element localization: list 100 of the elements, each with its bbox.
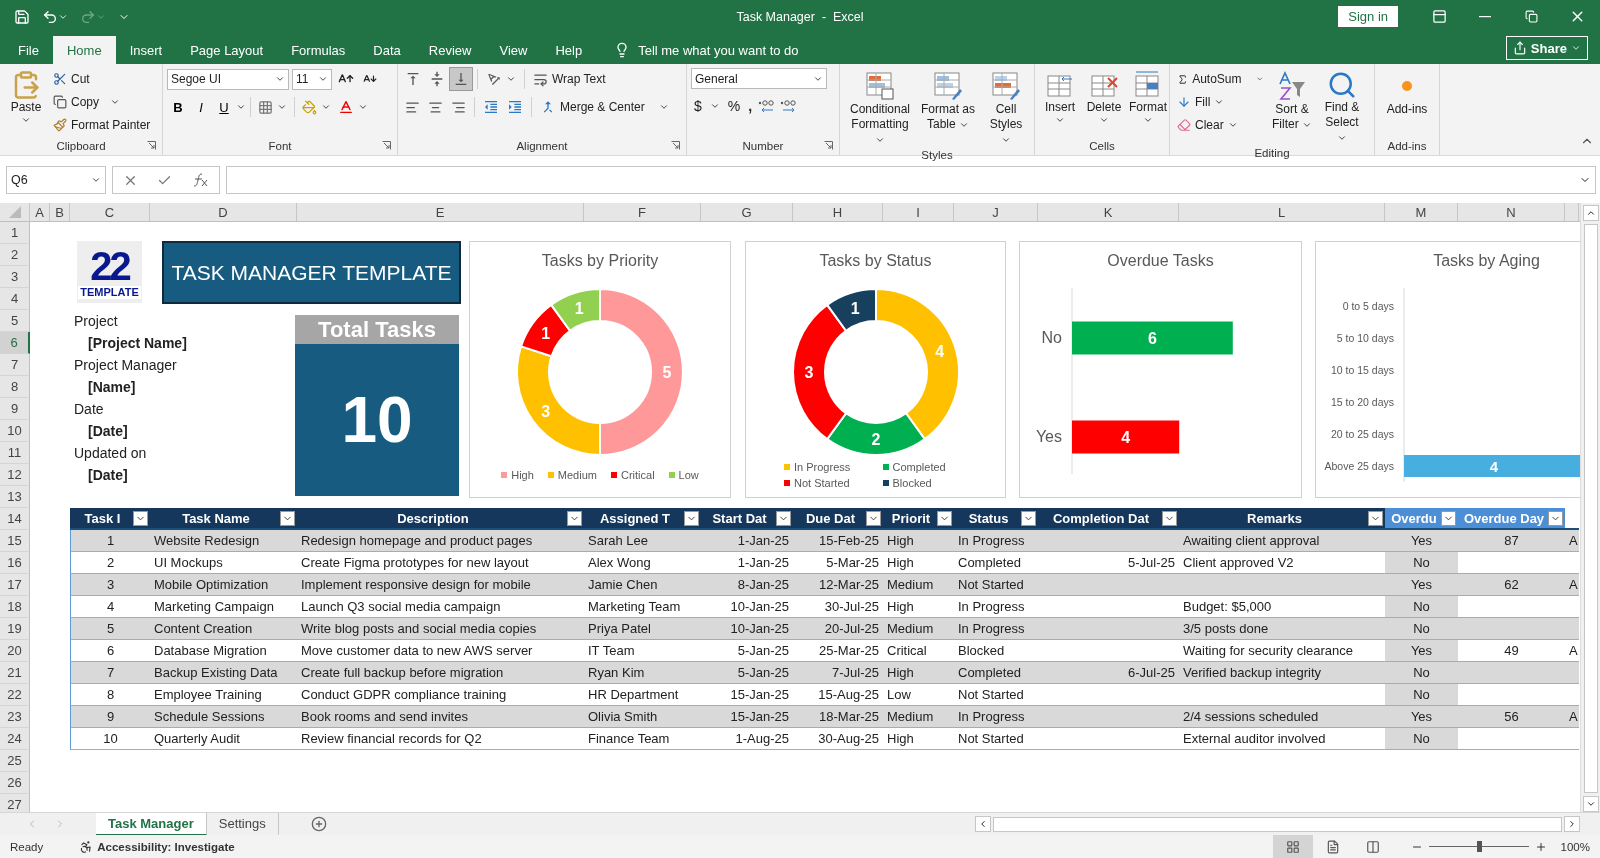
column-header[interactable]: I: [883, 203, 954, 221]
percent-button[interactable]: %: [724, 95, 744, 117]
ribbon-tab[interactable]: Help: [541, 36, 597, 64]
wrap-text-button[interactable]: Wrap Text: [530, 68, 609, 90]
column-header[interactable]: G: [701, 203, 793, 221]
comma-button[interactable]: ,: [745, 95, 756, 117]
row-header[interactable]: 25: [0, 750, 30, 772]
filter-button[interactable]: [1368, 510, 1383, 526]
filter-button[interactable]: [937, 510, 952, 526]
underline-button[interactable]: U: [213, 96, 235, 118]
column-header[interactable]: E: [297, 203, 584, 221]
bottom-align-button[interactable]: [450, 68, 472, 90]
row-header[interactable]: 8: [0, 376, 30, 398]
filter-button[interactable]: [866, 510, 881, 526]
insert-button[interactable]: Insert: [1039, 68, 1081, 127]
format-button[interactable]: Format: [1127, 68, 1169, 127]
paste-button[interactable]: Paste: [4, 68, 48, 137]
tell-me-search[interactable]: Tell me what you want to do: [608, 36, 805, 64]
row-header[interactable]: 20: [0, 640, 30, 662]
filter-button[interactable]: [280, 510, 295, 526]
column-header[interactable]: C: [70, 203, 150, 221]
scroll-up-button[interactable]: [1582, 205, 1599, 221]
row-header[interactable]: 13: [0, 486, 30, 508]
formula-field[interactable]: [226, 166, 1596, 194]
column-header[interactable]: J: [954, 203, 1038, 221]
column-header[interactable]: M: [1385, 203, 1458, 221]
sort-filter-button[interactable]: Sort & Filter: [1268, 68, 1316, 147]
column-header[interactable]: H: [793, 203, 883, 221]
row-header[interactable]: 2: [0, 244, 30, 266]
column-header[interactable]: D: [150, 203, 297, 221]
row-header[interactable]: 10: [0, 420, 30, 442]
row-header[interactable]: 24: [0, 728, 30, 750]
bold-button[interactable]: B: [167, 96, 189, 118]
ribbon-tab[interactable]: View: [485, 36, 542, 64]
row-header[interactable]: 6: [0, 332, 30, 354]
number-format-field[interactable]: General: [691, 68, 827, 89]
dialog-launcher-icon[interactable]: [671, 141, 680, 150]
row-header[interactable]: 14: [0, 508, 30, 530]
merge-center-button[interactable]: Merge & Center: [537, 96, 672, 118]
row-header[interactable]: 4: [0, 288, 30, 310]
ribbon-tab[interactable]: Home: [52, 36, 116, 64]
cell-styles-button[interactable]: Cell Styles: [980, 68, 1032, 149]
clear-button[interactable]: Clear: [1174, 114, 1266, 136]
italic-button[interactable]: I: [190, 96, 212, 118]
delete-button[interactable]: Delete: [1083, 68, 1125, 127]
format-as-table-button[interactable]: Format as Table: [918, 68, 978, 134]
zoom-slider-thumb[interactable]: [1476, 841, 1482, 852]
filter-button[interactable]: [1021, 510, 1036, 526]
ribbon-tab[interactable]: Page Layout: [176, 36, 278, 64]
insert-function-icon[interactable]: [191, 172, 210, 188]
column-header[interactable]: F: [584, 203, 701, 221]
format-painter-button[interactable]: Format Painter: [50, 114, 154, 136]
dialog-launcher-icon[interactable]: [382, 141, 391, 150]
ribbon-tab[interactable]: File: [4, 36, 53, 64]
font-name-field[interactable]: Segoe UI: [167, 68, 289, 90]
column-header[interactable]: L: [1179, 203, 1385, 221]
sheet-tab[interactable]: Task Manager: [96, 812, 207, 836]
filter-button[interactable]: [567, 510, 582, 526]
row-header[interactable]: 22: [0, 684, 30, 706]
row-header[interactable]: 27: [0, 794, 30, 812]
filter-button[interactable]: [1162, 510, 1177, 526]
row-header[interactable]: 7: [0, 354, 30, 376]
column-header[interactable]: B: [50, 203, 70, 221]
find-select-button[interactable]: Find & Select: [1318, 68, 1366, 147]
ribbon-tab[interactable]: Formulas: [277, 36, 360, 64]
conditional-formatting-button[interactable]: Conditional Formatting: [844, 68, 916, 149]
row-header[interactable]: 1: [0, 222, 30, 244]
scroll-right-button[interactable]: [1564, 816, 1580, 832]
copy-button[interactable]: Copy: [50, 91, 154, 113]
share-button[interactable]: Share: [1505, 36, 1588, 60]
autosum-button[interactable]: AutoSum: [1174, 68, 1266, 90]
filter-button[interactable]: [776, 510, 791, 526]
currency-button[interactable]: $: [691, 95, 723, 117]
row-header[interactable]: 11: [0, 442, 30, 464]
dialog-launcher-icon[interactable]: [147, 141, 156, 150]
column-header[interactable]: A: [30, 203, 50, 221]
row-header[interactable]: 15: [0, 530, 30, 552]
column-header[interactable]: K: [1038, 203, 1179, 221]
ribbon-tab[interactable]: Review: [414, 36, 486, 64]
add-ins-button[interactable]: Add-ins: [1379, 68, 1435, 137]
fill-button[interactable]: Fill: [1174, 91, 1266, 113]
row-header[interactable]: 21: [0, 662, 30, 684]
ribbon-tab[interactable]: Insert: [115, 36, 177, 64]
row-header[interactable]: 3: [0, 266, 30, 288]
accessibility-icon[interactable]: [79, 839, 94, 854]
filter-button[interactable]: [133, 510, 148, 526]
scrollbar-thumb[interactable]: [993, 816, 1562, 832]
accessibility-status[interactable]: Accessibility: Investigate: [97, 840, 235, 853]
normal-view-button[interactable]: [1272, 835, 1313, 858]
column-header[interactable]: N: [1458, 203, 1565, 221]
dialog-launcher-icon[interactable]: [824, 141, 833, 150]
zoom-in-icon[interactable]: [1534, 840, 1547, 853]
sign-in-button[interactable]: Sign in: [1338, 6, 1398, 27]
row-header[interactable]: 5: [0, 310, 30, 332]
row-header[interactable]: 23: [0, 706, 30, 728]
cut-button[interactable]: Cut: [50, 68, 154, 90]
name-box[interactable]: Q6: [6, 166, 106, 194]
font-size-field[interactable]: 11: [292, 68, 332, 90]
filter-button[interactable]: [684, 510, 699, 526]
ribbon-tab[interactable]: Data: [359, 36, 415, 64]
